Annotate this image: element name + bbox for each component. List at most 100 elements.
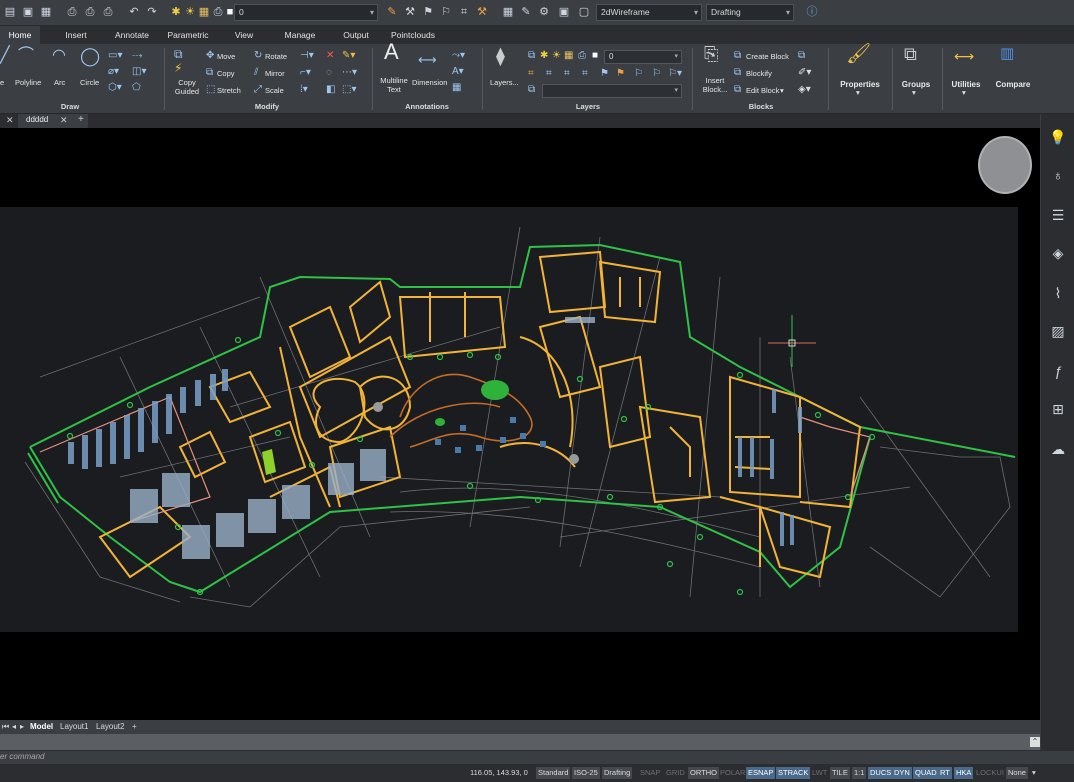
- layers-icon[interactable]: ◈: [1047, 242, 1069, 264]
- help-icon[interactable]: ⓘ: [804, 4, 820, 20]
- layers-stack-icon[interactable]: ⧫: [496, 47, 505, 65]
- dim-style-status[interactable]: ISO-25: [572, 767, 600, 779]
- tab-insert[interactable]: Insert: [56, 26, 96, 44]
- scale-label[interactable]: Scale: [265, 86, 284, 95]
- render-icon[interactable]: ▢: [576, 4, 592, 20]
- tab-view[interactable]: View: [226, 26, 262, 44]
- copy-guided-label[interactable]: Copy Guided: [172, 78, 202, 96]
- create-block-label[interactable]: Create Block: [746, 52, 789, 61]
- grid-toggle[interactable]: GRID: [664, 767, 687, 779]
- ray-icon[interactable]: ⤏: [132, 50, 142, 62]
- plot-icon[interactable]: ⎙: [82, 4, 98, 20]
- workspace-status[interactable]: Drafting: [602, 767, 633, 779]
- trim-icon[interactable]: ⊣▾: [300, 50, 314, 62]
- rt-toggle[interactable]: RT: [938, 767, 952, 779]
- layer-off-icon[interactable]: ⚒: [474, 4, 490, 20]
- rotate-label[interactable]: Rotate: [265, 52, 287, 61]
- save-icon[interactable]: ▦: [38, 4, 54, 20]
- layout-tab-layout2[interactable]: Layout2: [96, 721, 124, 733]
- expand-icon[interactable]: ⌃: [1030, 737, 1040, 747]
- mtext-icon[interactable]: A: [384, 41, 399, 63]
- open-file-icon[interactable]: ▣: [20, 4, 36, 20]
- region-icon[interactable]: ⬡▾: [108, 82, 122, 94]
- tab-manage[interactable]: Manage: [278, 26, 322, 44]
- compare-button[interactable]: Compare: [990, 80, 1036, 89]
- copy-icon[interactable]: ⧉: [206, 67, 213, 79]
- new-file-icon[interactable]: ▤: [2, 4, 18, 20]
- properties-brush-icon[interactable]: 🖌: [846, 44, 871, 64]
- tile-toggle[interactable]: TILE: [830, 767, 850, 779]
- layer-delete-icon[interactable]: ⌗: [582, 68, 588, 80]
- navigation-wheel[interactable]: [978, 136, 1032, 194]
- tab-annotate[interactable]: Annotate: [108, 26, 156, 44]
- layer-filter-dropdown[interactable]: ▾: [542, 84, 682, 98]
- first-layout-icon[interactable]: ⏮: [2, 721, 9, 733]
- polyline-icon[interactable]: ⌒: [18, 48, 34, 64]
- cloud-upload-icon[interactable]: ☁: [1047, 438, 1069, 460]
- next-layout-icon[interactable]: ▸: [20, 721, 24, 733]
- chevron-down-icon[interactable]: ▾: [912, 88, 916, 97]
- layer-lock-icon[interactable]: ⚐: [652, 68, 661, 80]
- add-layout-icon[interactable]: +: [132, 721, 137, 733]
- groups-button[interactable]: Groups: [894, 80, 938, 89]
- edit-block-icon[interactable]: ⧉: [734, 84, 741, 96]
- tree-structure-icon[interactable]: ⊞: [1047, 398, 1069, 420]
- move-icon[interactable]: ✥: [206, 50, 214, 62]
- add-tab-icon[interactable]: +: [78, 114, 84, 125]
- hatch-icon[interactable]: ⌀▾: [108, 66, 119, 78]
- print-icon[interactable]: ⎙: [64, 4, 80, 20]
- mirror-label[interactable]: Mirror: [265, 69, 285, 78]
- visual-style-dropdown[interactable]: 2dWireframe ▾: [596, 4, 702, 21]
- sliders-icon[interactable]: ☰: [1047, 204, 1069, 226]
- measure-ruler-icon[interactable]: ⟷: [954, 49, 974, 63]
- fillet-icon[interactable]: ⌐▾: [300, 67, 311, 79]
- circle-icon[interactable]: ◯: [80, 47, 100, 65]
- edit-icon[interactable]: ✎: [518, 4, 534, 20]
- blockify-label[interactable]: Blockify: [746, 69, 772, 78]
- table-icon[interactable]: ▦: [500, 4, 516, 20]
- layout-tab-model[interactable]: Model: [30, 721, 53, 733]
- lwt-toggle[interactable]: LWT: [810, 767, 829, 779]
- break-icon[interactable]: ⬚▾: [342, 84, 356, 96]
- pencil-icon[interactable]: ✎▾: [342, 50, 355, 62]
- rectangle-icon[interactable]: ▭▾: [108, 50, 122, 62]
- lightbulb-icon[interactable]: 💡: [1047, 126, 1069, 148]
- arc-icon[interactable]: ◠: [52, 48, 66, 64]
- tab-output[interactable]: Output: [336, 26, 376, 44]
- stretch-icon[interactable]: ⬚: [206, 84, 215, 96]
- layer-unisolate-icon[interactable]: ⚑: [600, 68, 609, 80]
- ortho-toggle[interactable]: ORTHO: [688, 767, 719, 779]
- layer-walk-icon[interactable]: ⚑: [420, 4, 436, 20]
- printer-layer-icon[interactable]: ⎙: [578, 50, 586, 62]
- mtext-label[interactable]: Multiline Text: [378, 76, 410, 94]
- strack-toggle[interactable]: STRACK: [776, 767, 811, 779]
- join-icon[interactable]: ⋯▾: [342, 67, 357, 79]
- settings-icon[interactable]: ⚙: [536, 4, 552, 20]
- block-sync-icon[interactable]: ◈▾: [798, 84, 811, 96]
- layer-on-icon[interactable]: ⚐: [634, 68, 643, 80]
- dyn-toggle[interactable]: DYN: [892, 767, 912, 779]
- copy-label[interactable]: Copy: [217, 69, 235, 78]
- create-block-icon[interactable]: ⧉: [734, 50, 741, 62]
- compare-icon[interactable]: ▥: [1000, 46, 1014, 61]
- layer-walk-icon[interactable]: ⧉: [528, 84, 535, 96]
- edit-block-label[interactable]: Edit Block: [746, 86, 779, 95]
- prev-layout-icon[interactable]: ◂: [12, 721, 16, 733]
- dimension-icon[interactable]: ⟷: [418, 53, 437, 66]
- layer-merge-icon[interactable]: ⌗: [564, 68, 570, 80]
- layer-state-icon[interactable]: ⧉: [528, 50, 535, 62]
- table-grid-icon[interactable]: ▦: [452, 82, 461, 94]
- line-icon[interactable]: ╱: [0, 48, 10, 64]
- block-attribute-icon[interactable]: ⧉: [798, 50, 805, 62]
- blockify-icon[interactable]: ⧉: [734, 67, 741, 79]
- dimension-label[interactable]: Dimension: [412, 78, 447, 87]
- ducs-toggle[interactable]: DUCS: [868, 767, 894, 779]
- mirror-icon[interactable]: ⫽: [254, 67, 258, 79]
- color-swatch-icon[interactable]: ■: [592, 50, 598, 62]
- sun-icon[interactable]: ☀: [552, 50, 561, 62]
- scale-icon[interactable]: ⤢: [254, 84, 262, 96]
- layout-tab-layout1[interactable]: Layout1: [60, 721, 88, 733]
- bulb-icon[interactable]: ✱: [540, 50, 548, 62]
- ribbon-layer-dropdown[interactable]: 0 ▾: [604, 50, 682, 64]
- lock-icon[interactable]: ▦: [564, 50, 573, 62]
